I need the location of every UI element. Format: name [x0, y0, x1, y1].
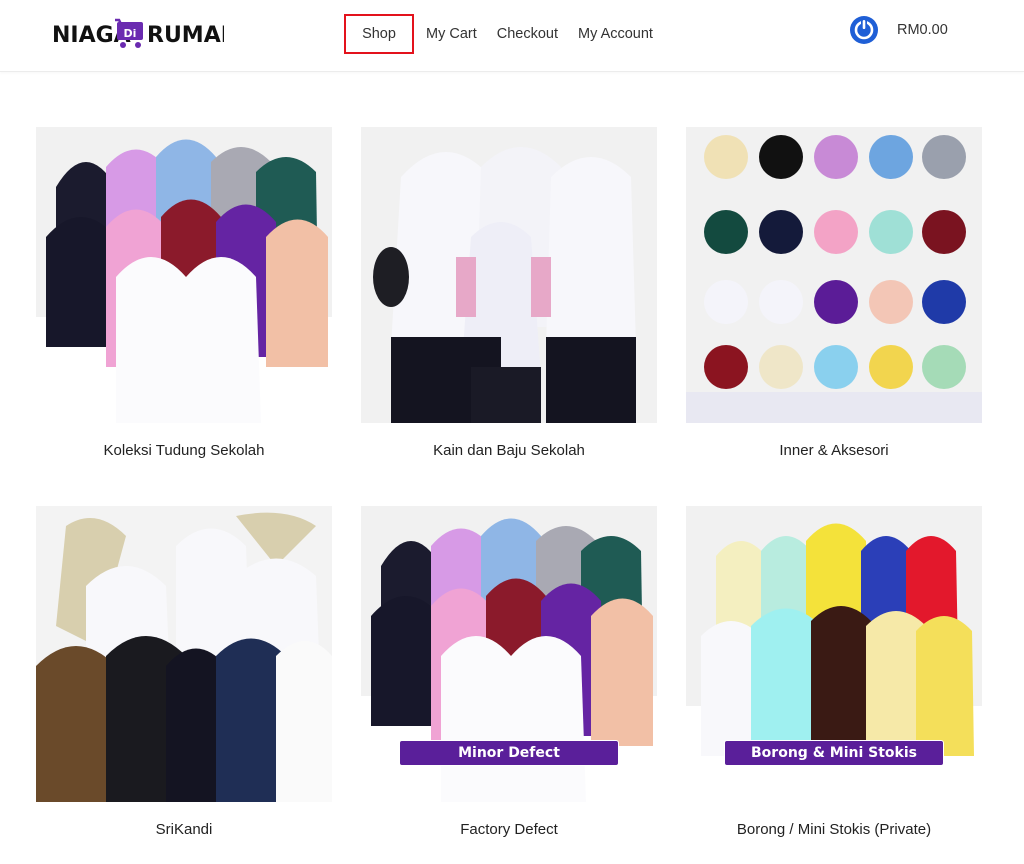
cart-total[interactable]: RM0.00 — [897, 22, 948, 38]
svg-text:RUMAH: RUMAH — [147, 23, 224, 48]
category-label[interactable]: Inner & Aksesori — [686, 442, 982, 459]
category-image[interactable]: Borong & Mini Stokis — [686, 506, 982, 802]
site-header: NIAGA Di RUMAH Shop My Cart Checkout My … — [0, 0, 1024, 72]
account-power-icon[interactable] — [849, 15, 879, 45]
category-card[interactable]: Minor Defect Factory Defect — [361, 506, 657, 838]
svg-text:Di: Di — [124, 27, 137, 40]
niaga-di-rumah-logo[interactable]: NIAGA Di RUMAH — [52, 12, 224, 56]
category-card[interactable]: SriKandi — [36, 506, 332, 838]
category-image[interactable] — [361, 127, 657, 423]
category-label[interactable]: Koleksi Tudung Sekolah — [36, 442, 332, 459]
category-card[interactable]: Inner & Aksesori — [686, 127, 982, 459]
nav-my-account[interactable]: My Account — [568, 14, 663, 54]
nav-checkout[interactable]: Checkout — [487, 14, 568, 54]
category-image[interactable] — [36, 127, 332, 423]
category-card[interactable]: Kain dan Baju Sekolah — [361, 127, 657, 459]
category-card[interactable]: Koleksi Tudung Sekolah — [36, 127, 332, 459]
main-nav: Shop My Cart Checkout My Account — [344, 14, 663, 54]
minor-defect-banner: Minor Defect — [399, 740, 619, 766]
category-label[interactable]: Borong / Mini Stokis (Private) — [686, 821, 982, 838]
category-image[interactable] — [36, 506, 332, 802]
category-label[interactable]: Kain dan Baju Sekolah — [361, 442, 657, 459]
category-image[interactable] — [686, 127, 982, 423]
borong-banner: Borong & Mini Stokis — [724, 740, 944, 766]
category-label[interactable]: SriKandi — [36, 821, 332, 838]
nav-shop[interactable]: Shop — [344, 14, 414, 54]
nav-my-cart[interactable]: My Cart — [416, 14, 487, 54]
category-card[interactable]: Borong & Mini Stokis Borong / Mini Stoki… — [686, 506, 982, 838]
category-label[interactable]: Factory Defect — [361, 821, 657, 838]
category-image[interactable]: Minor Defect — [361, 506, 657, 802]
